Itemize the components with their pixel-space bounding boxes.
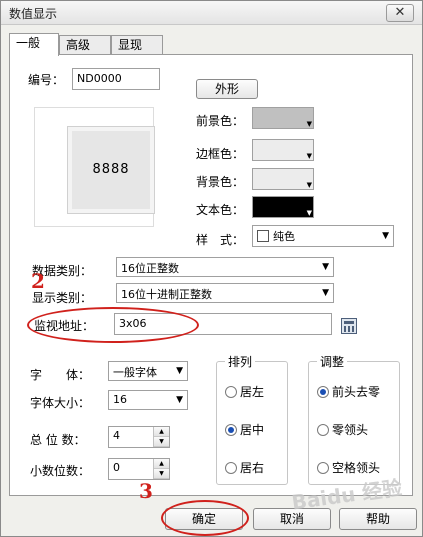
shape-button[interactable]: 外形 [196,79,258,99]
zero-leading-label: 零领头 [332,423,369,437]
tab-advanced[interactable]: 高级 [59,35,111,55]
preview-area: 8888 [34,107,155,227]
style-swatch-icon [257,230,269,242]
fg-color-picker[interactable]: ▼ [252,107,314,129]
text-color-label: 文本色： [196,203,245,217]
bg-color-picker[interactable]: ▼ [252,168,314,190]
monitor-address-highlight [27,307,199,343]
radio-selected-icon [225,424,237,436]
fg-color-label: 前景色： [196,114,245,128]
chevron-down-icon: ▼ [382,231,389,241]
strip-leading-zero-label: 前头去零 [332,385,381,399]
radio-icon [317,424,329,436]
chevron-down-icon: ▼ [306,209,312,217]
align-center-label: 居中 [240,423,265,437]
font-size-value: 16 [113,393,127,406]
total-digits-label: 总 位 数： [30,433,86,447]
align-left-radio[interactable]: 居左 [225,383,264,400]
border-color-label: 边框色： [196,147,245,161]
tab-panel-general: 编号： ND0000 外形 8888 前景色： ▼ 边框色： ▼ 背景色： ▼ … [9,54,413,496]
chevron-down-icon: ▼ [322,288,329,298]
font-value: 一般字体 [113,366,157,379]
calculator-icon[interactable] [341,318,357,334]
id-label: 编号： [28,73,65,87]
font-label: 字 体： [30,368,91,382]
data-type-select[interactable]: 16位正整数 ▼ [116,257,334,277]
chevron-down-icon: ▼ [306,120,312,128]
data-type-value: 16位正整数 [121,262,179,275]
font-size-label: 字体大小： [30,396,91,410]
close-icon: ✕ [394,5,406,20]
chevron-down-icon: ▼ [176,366,183,376]
decimal-digits-label: 小数位数： [30,464,91,478]
style-label: 样 式： [196,233,245,247]
chevron-down-icon: ▼ [322,262,329,272]
display-type-select[interactable]: 16位十进制正整数 ▼ [116,283,334,303]
chevron-down-icon: ▼ [176,395,183,405]
decimal-digits-value: 0 [113,461,120,474]
step-2-annotation: 2 [31,269,45,293]
align-group-title: 排列 [225,353,256,370]
adjust-group: 调整 前头去零 零领头 空格领头 [308,353,400,485]
window-title: 数值显示 [9,7,58,21]
ok-button-highlight [161,500,249,536]
spin-down-icon[interactable]: ▼ [154,437,169,447]
align-left-label: 居左 [240,385,265,399]
spin-up-icon[interactable]: ▲ [154,459,169,469]
align-center-radio[interactable]: 居中 [225,421,264,438]
spin-up-icon[interactable]: ▲ [154,427,169,437]
style-select[interactable]: 纯色 ▼ [252,225,394,247]
radio-icon [225,386,237,398]
text-color-picker[interactable]: ▼ [252,196,314,218]
adjust-group-title: 调整 [317,353,348,370]
radio-icon [225,462,237,474]
decimal-digits-stepper[interactable]: 0 ▲ ▼ [108,458,170,480]
spin-down-icon[interactable]: ▼ [154,469,169,479]
tab-general[interactable]: 一般 [9,33,59,56]
align-right-radio[interactable]: 居右 [225,459,264,476]
close-button[interactable]: ✕ [386,4,414,22]
help-button[interactable]: 帮助 [339,508,417,530]
dialog-window: 数值显示 ✕ 一般 高级 显现 编号： ND0000 外形 8888 前景色： … [0,0,423,537]
space-leading-radio[interactable]: 空格领头 [317,459,380,476]
align-right-label: 居右 [240,461,265,475]
chevron-down-icon: ▼ [306,181,312,189]
display-type-value: 16位十进制正整数 [121,288,212,301]
radio-selected-icon [317,386,329,398]
style-value: 纯色 [273,230,295,243]
strip-leading-zero-radio[interactable]: 前头去零 [317,383,380,400]
id-input[interactable]: ND0000 [72,68,160,90]
bg-color-label: 背景色： [196,175,245,189]
total-digits-value: 4 [113,429,120,442]
step-3-annotation: 3 [139,479,153,503]
align-group: 排列 居左 居中 居右 [216,353,288,485]
zero-leading-radio[interactable]: 零领头 [317,421,368,438]
radio-icon [317,462,329,474]
title-bar: 数值显示 ✕ [1,1,422,25]
tab-display[interactable]: 显现 [111,35,163,55]
total-digits-stepper[interactable]: 4 ▲ ▼ [108,426,170,448]
border-color-picker[interactable]: ▼ [252,139,314,161]
font-select[interactable]: 一般字体 ▼ [108,361,188,381]
font-size-select[interactable]: 16 ▼ [108,390,188,410]
space-leading-label: 空格领头 [332,461,381,475]
fg-color-fill [253,108,313,128]
chevron-down-icon: ▼ [306,152,312,160]
preview-display: 8888 [67,126,155,214]
